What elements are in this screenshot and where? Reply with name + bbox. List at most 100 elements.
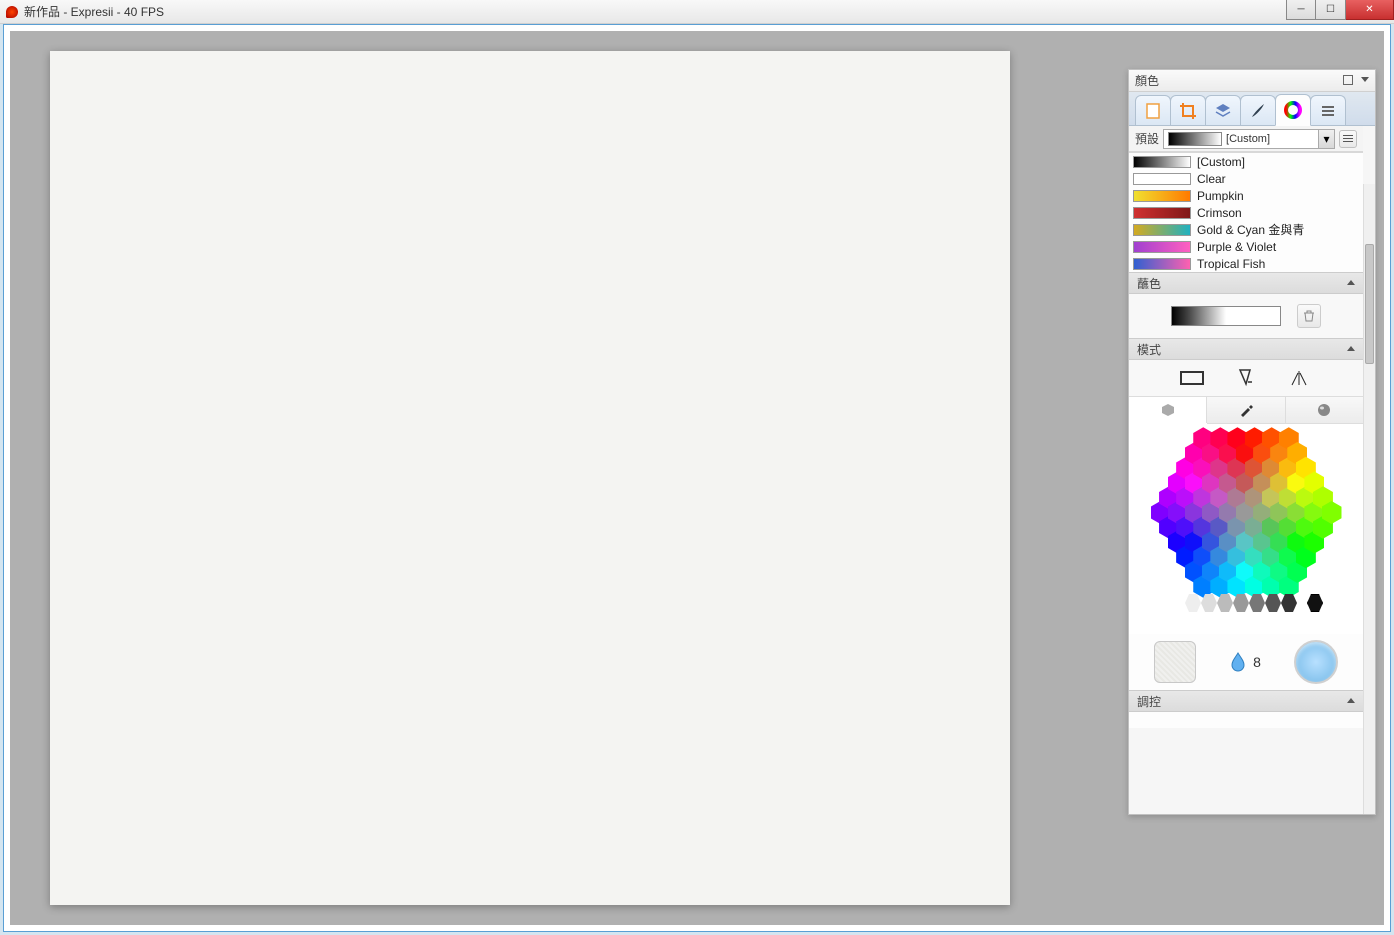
preset-selected-text: [Custom]: [1226, 133, 1318, 145]
mirror-icon: [1290, 369, 1310, 387]
color-panel: 顏色: [1128, 69, 1376, 815]
preset-item-swatch: [1133, 156, 1191, 168]
preset-list-toggle[interactable]: [1339, 130, 1357, 148]
collapse-icon: [1347, 346, 1355, 351]
mode-tilt-button[interactable]: [1233, 368, 1259, 388]
panel-tabs: [1129, 92, 1375, 126]
paper-icon: [1143, 101, 1163, 121]
black-hex-cell[interactable]: [1307, 594, 1323, 612]
preset-item-label: Tropical Fish: [1197, 257, 1265, 271]
preset-item-label: Crimson: [1197, 206, 1242, 220]
shield-cursor-icon: [1236, 368, 1256, 388]
preset-item-swatch: [1133, 258, 1191, 270]
preset-item-label: Gold & Cyan 金與青: [1197, 221, 1304, 238]
preset-item-swatch: [1133, 224, 1191, 236]
app-frame: 顏色: [3, 24, 1391, 932]
mode-flat-button[interactable]: [1179, 368, 1205, 388]
preset-item[interactable]: Crimson: [1129, 204, 1363, 221]
window-titlebar: 新作品 - Expresii - 40 FPS ─ ☐ ✕: [0, 0, 1394, 24]
panel-menu-icon[interactable]: [1361, 77, 1369, 82]
preset-item-swatch: [1133, 190, 1191, 202]
panel-scrollbar[interactable]: [1363, 184, 1375, 814]
scrollbar-thumb[interactable]: [1365, 244, 1374, 364]
preset-row: 預設 [Custom] ▾: [1129, 126, 1363, 152]
preset-item[interactable]: Pumpkin: [1129, 187, 1363, 204]
preset-item-label: [Custom]: [1197, 155, 1245, 169]
paper-texture-button[interactable]: [1154, 641, 1196, 683]
picker-tabs: [1129, 396, 1363, 424]
gray-hex-cell[interactable]: [1169, 594, 1185, 612]
mode-row: [1129, 360, 1363, 396]
preset-item-swatch: [1133, 241, 1191, 253]
water-amount[interactable]: 8: [1229, 651, 1261, 673]
tab-menu[interactable]: [1310, 95, 1346, 125]
mode-section-header[interactable]: 模式: [1129, 338, 1363, 360]
panel-header[interactable]: 顏色: [1129, 70, 1375, 92]
preset-item[interactable]: Gold & Cyan 金與青: [1129, 221, 1363, 238]
window-title: 新作品 - Expresii - 40 FPS: [24, 3, 164, 20]
tune-section-header[interactable]: 調控: [1129, 690, 1363, 712]
minimize-button[interactable]: ─: [1286, 0, 1316, 20]
tune-content-peek: [1129, 712, 1363, 728]
hamburger-icon: [1318, 101, 1338, 121]
hex-color-picker[interactable]: [1129, 424, 1363, 634]
gray-hex-cell[interactable]: [1249, 594, 1265, 612]
close-button[interactable]: ✕: [1346, 0, 1394, 20]
mode-label: 模式: [1137, 341, 1161, 358]
gray-hex-cell[interactable]: [1265, 594, 1281, 612]
tab-crop[interactable]: [1170, 95, 1206, 125]
eyedropper-icon: [1238, 402, 1254, 418]
delete-dip-button[interactable]: [1297, 304, 1321, 328]
collapse-icon: [1347, 698, 1355, 703]
preset-item-label: Pumpkin: [1197, 189, 1244, 203]
picker-tab-hex[interactable]: [1129, 397, 1207, 423]
preset-item[interactable]: Clear: [1129, 170, 1363, 187]
gray-hex-cell[interactable]: [1233, 594, 1249, 612]
water-drop-icon: [1229, 651, 1247, 673]
tune-label: 調控: [1137, 693, 1161, 710]
preset-label: 預設: [1135, 130, 1159, 147]
dip-row: [1129, 294, 1363, 338]
tab-layers[interactable]: [1205, 95, 1241, 125]
gray-hex-cell[interactable]: [1185, 594, 1201, 612]
hexagon-icon: [1160, 402, 1176, 418]
water-value: 8: [1253, 654, 1261, 670]
dip-gradient-swatch[interactable]: [1171, 306, 1281, 326]
preset-dropdown[interactable]: [Custom] ▾: [1163, 129, 1335, 149]
canvas[interactable]: [50, 51, 1010, 905]
dip-section-header[interactable]: 蘸色: [1129, 272, 1363, 294]
tab-paper[interactable]: [1135, 95, 1171, 125]
picker-tab-eyedropper[interactable]: [1207, 397, 1285, 423]
crop-icon: [1178, 101, 1198, 121]
app-icon: [6, 6, 18, 18]
workspace: 顏色: [10, 31, 1384, 925]
dip-label: 蘸色: [1137, 275, 1161, 292]
chevron-down-icon: ▾: [1318, 130, 1334, 148]
preset-item[interactable]: [Custom]: [1129, 153, 1363, 170]
preset-item-label: Clear: [1197, 172, 1226, 186]
color-wheel-icon: [1283, 100, 1303, 120]
panel-title: 顏色: [1135, 72, 1159, 89]
sphere-icon: [1316, 402, 1332, 418]
brush-preview-row: 8: [1129, 634, 1363, 690]
panel-detach-icon[interactable]: [1343, 75, 1353, 85]
brush-color-preview[interactable]: [1294, 640, 1338, 684]
picker-tab-sphere[interactable]: [1286, 397, 1363, 423]
preset-item-label: Purple & Violet: [1197, 240, 1276, 254]
preset-swatch: [1168, 132, 1222, 146]
preset-item-swatch: [1133, 207, 1191, 219]
gray-hex-cell[interactable]: [1281, 594, 1297, 612]
collapse-icon: [1347, 280, 1355, 285]
trash-icon: [1302, 309, 1316, 323]
mode-mirror-button[interactable]: [1287, 368, 1313, 388]
preset-item[interactable]: Purple & Violet: [1129, 238, 1363, 255]
preset-list[interactable]: [Custom] Clear Pumpkin CrimsonGold & Cyan 金…: [1129, 152, 1363, 272]
tab-color[interactable]: [1275, 94, 1311, 126]
brush-icon: [1248, 101, 1268, 121]
maximize-button[interactable]: ☐: [1316, 0, 1346, 20]
rectangle-icon: [1180, 371, 1204, 385]
preset-item[interactable]: Tropical Fish: [1129, 255, 1363, 272]
preset-item-swatch: [1133, 173, 1191, 185]
layers-icon: [1213, 101, 1233, 121]
tab-brush[interactable]: [1240, 95, 1276, 125]
